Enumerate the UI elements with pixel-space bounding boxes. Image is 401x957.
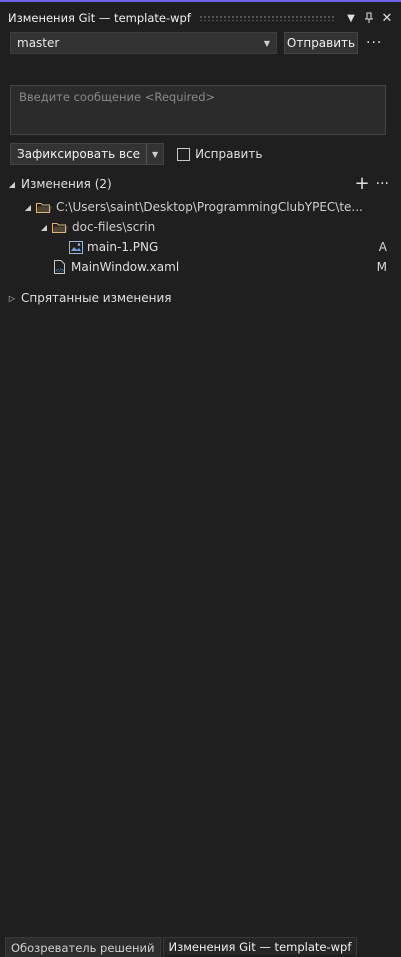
tool-window-tabs: Обозреватель решений Изменения Git — tem…	[0, 933, 401, 957]
tab-solution-explorer[interactable]: Обозреватель решений	[5, 937, 161, 957]
commit-all-label[interactable]: Зафиксировать все	[11, 144, 148, 164]
chevron-down-icon: ▼	[263, 38, 270, 48]
push-button[interactable]: Отправить	[284, 32, 358, 54]
file-name: MainWindow.xaml	[71, 260, 180, 274]
tree-folder-root[interactable]: ◢ C:\Users\saint\Desktop\ProgrammingClub…	[0, 197, 401, 217]
expanded-triangle-icon[interactable]: ◢	[24, 203, 32, 212]
root-path-label: C:\Users\saint\Desktop\ProgrammingClubYP…	[56, 200, 363, 214]
file-row[interactable]: </> MainWindow.xaml M	[0, 257, 401, 277]
branch-name: master	[17, 36, 60, 50]
tool-window-titlebar: Изменения Git — template-wpf ▼ ✕	[0, 8, 401, 28]
folder-open-icon	[51, 222, 69, 233]
svg-text:</>: </>	[55, 268, 65, 274]
xaml-file-icon: </>	[52, 260, 66, 274]
active-window-accent	[0, 0, 401, 8]
file-status: M	[376, 260, 387, 274]
folder-open-icon	[35, 202, 53, 213]
tab-git-changes[interactable]: Изменения Git — template-wpf	[162, 937, 358, 957]
file-status: A	[378, 240, 387, 254]
changes-more-icon[interactable]: ···	[376, 176, 389, 192]
amend-label: Исправить	[195, 147, 263, 161]
more-options-icon[interactable]: ···	[366, 35, 382, 51]
subfolder-label: doc-files\scrin	[72, 220, 156, 234]
changes-header-label: Изменения (2)	[21, 177, 112, 191]
changes-section-header[interactable]: ◢ Изменения (2) + ···	[0, 174, 401, 194]
close-icon[interactable]: ✕	[379, 10, 395, 26]
pin-icon[interactable]	[361, 10, 377, 26]
image-file-icon	[69, 240, 83, 254]
stashed-header-label: Спрятанные изменения	[21, 291, 172, 305]
window-title: Изменения Git — template-wpf	[8, 11, 191, 25]
amend-checkbox[interactable]: Исправить	[177, 147, 262, 161]
collapsed-triangle-icon[interactable]: ▷	[8, 294, 16, 303]
dropdown-icon[interactable]: ▼	[343, 10, 359, 26]
commit-options-chevron-icon[interactable]: ▼	[147, 150, 163, 159]
tree-folder-sub[interactable]: ◢ doc-files\scrin	[0, 217, 401, 237]
checkbox-icon[interactable]	[177, 147, 191, 161]
branch-selector[interactable]: master ▼	[10, 32, 277, 54]
commit-message-input[interactable]: Введите сообщение <Required>	[10, 85, 386, 135]
commit-all-button[interactable]: Зафиксировать все ▼	[10, 143, 165, 165]
file-name: main-1.PNG	[87, 240, 159, 254]
drag-grip[interactable]	[198, 15, 335, 21]
stage-all-plus-icon[interactable]: +	[355, 175, 370, 193]
stashed-section-header[interactable]: ▷ Спрятанные изменения	[0, 288, 401, 308]
expanded-triangle-icon[interactable]: ◢	[40, 223, 48, 232]
file-row[interactable]: main-1.PNG A	[0, 237, 401, 257]
expanded-triangle-icon[interactable]: ◢	[8, 180, 16, 189]
